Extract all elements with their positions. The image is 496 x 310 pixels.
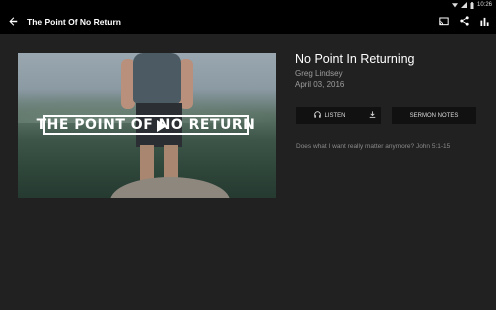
sermon-speaker: Greg Lindsey <box>295 69 343 78</box>
sermon-date: April 03, 2016 <box>295 80 345 89</box>
battery-icon <box>470 1 474 9</box>
sermon-notes-label: SERMON NOTES <box>409 112 459 119</box>
app-bar: The Point Of No Return <box>0 10 496 34</box>
sermon-title: No Point In Returning <box>295 52 415 66</box>
wifi-icon <box>451 2 458 8</box>
sermon-info: No Point In Returning Greg Lindsey April… <box>295 52 485 89</box>
download-button[interactable] <box>364 107 381 124</box>
play-icon[interactable] <box>157 120 167 132</box>
sermon-notes-button[interactable]: SERMON NOTES <box>392 107 476 124</box>
cast-icon <box>439 13 449 31</box>
download-icon <box>369 111 376 120</box>
status-time: 10:26 <box>476 2 492 8</box>
back-arrow-icon <box>8 13 18 31</box>
sermon-description: Does what I want really matter anymore? … <box>296 143 451 150</box>
listen-label: LISTEN <box>324 112 346 119</box>
stats-button[interactable] <box>476 10 492 34</box>
signal-icon <box>460 2 467 8</box>
share-button[interactable] <box>456 10 472 34</box>
cast-button[interactable] <box>436 10 452 34</box>
bar-chart-icon <box>479 13 489 31</box>
video-overlay-title: THE POINT OF NO RETURN <box>36 115 256 135</box>
listen-button[interactable]: LISTEN <box>296 107 364 124</box>
share-icon <box>459 13 469 31</box>
back-button[interactable] <box>3 10 23 34</box>
video-player[interactable]: THE POINT OF NO RETURN <box>18 53 276 198</box>
headphones-icon <box>314 111 322 120</box>
page-title: The Point Of No Return <box>27 17 121 27</box>
status-bar: 10:26 <box>0 0 496 10</box>
